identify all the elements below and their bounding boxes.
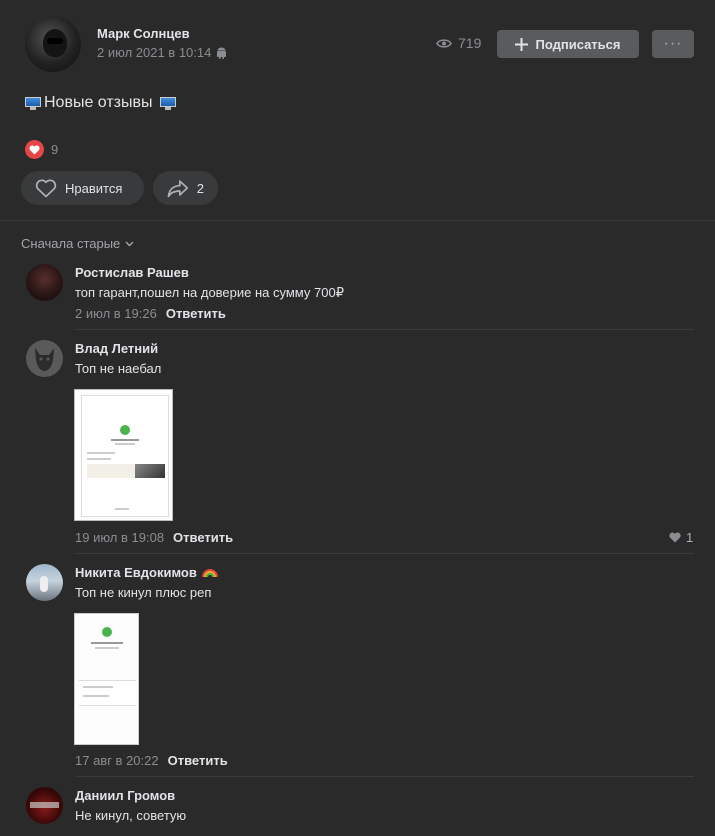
shares-count: 2 xyxy=(196,180,204,196)
comment-like-button[interactable]: 1 xyxy=(669,530,693,545)
comment-author[interactable]: Даниил Громов xyxy=(75,788,175,803)
comment-date[interactable]: 17 авг в 20:22 xyxy=(75,753,159,768)
post-text: Новые отзывы xyxy=(25,94,176,112)
comment-like-count: 1 xyxy=(686,530,694,545)
comment-avatar[interactable] xyxy=(26,564,63,601)
subscribe-label: Подписаться xyxy=(535,36,621,52)
more-button[interactable]: ··· xyxy=(652,30,694,58)
comment-text: Топ не кинул плюс реп xyxy=(75,585,212,600)
chevron-down-icon xyxy=(125,241,134,246)
comment-separator xyxy=(75,776,694,777)
comment-avatar[interactable] xyxy=(26,787,63,824)
comment-author[interactable]: Влад Летний xyxy=(75,341,158,356)
post-text-content: Новые отзывы xyxy=(44,94,153,111)
comment-separator xyxy=(75,553,694,554)
like-label: Нравится xyxy=(65,180,123,196)
share-button[interactable]: 2 xyxy=(153,171,218,205)
comment-image-attachment[interactable] xyxy=(74,389,173,521)
divider xyxy=(0,220,715,221)
dog-avatar-icon xyxy=(35,348,54,371)
comment-author-line: Никита Евдокимов xyxy=(75,565,218,580)
reactions-summary[interactable]: 9 xyxy=(25,140,58,159)
comments-sort-dropdown[interactable]: Сначала старые xyxy=(21,236,134,251)
heart-icon xyxy=(669,532,681,543)
more-icon: ··· xyxy=(663,35,683,52)
subscribe-button[interactable]: Подписаться xyxy=(497,30,639,58)
author-avatar[interactable] xyxy=(25,16,81,72)
views-counter: 719 xyxy=(436,35,481,51)
like-button[interactable]: Нравится xyxy=(21,171,144,205)
reactions-count: 9 xyxy=(51,142,59,157)
comment-avatar[interactable] xyxy=(26,264,63,301)
android-icon xyxy=(217,47,227,59)
comment-image-attachment[interactable] xyxy=(74,613,139,745)
comment-avatar[interactable] xyxy=(26,340,63,377)
computer-emoji-icon xyxy=(159,96,176,110)
author-name[interactable]: Марк Солнцев xyxy=(97,26,190,41)
rainbow-emoji-icon xyxy=(201,569,218,578)
views-count: 719 xyxy=(458,35,482,51)
reply-button[interactable]: Ответить xyxy=(166,306,226,321)
comment-date[interactable]: 2 июл в 19:26 xyxy=(75,306,157,321)
comment-meta: 2 июл в 19:26 Ответить xyxy=(75,306,226,321)
comment-text: Топ не наебал xyxy=(75,361,162,376)
comment-text: топ гарант,пошел на доверие на сумму 700… xyxy=(75,285,344,300)
comment-separator xyxy=(75,329,694,330)
post-date: 2 июл 2021 в 10:14 xyxy=(97,45,227,60)
reply-button[interactable]: Ответить xyxy=(168,753,228,768)
comment-author[interactable]: Ростислав Рашев xyxy=(75,265,189,280)
heart-reaction-icon xyxy=(25,140,44,159)
heart-outline-icon xyxy=(35,179,57,197)
computer-emoji-icon xyxy=(25,96,41,110)
share-icon xyxy=(167,179,189,197)
comment-text: Не кинул, советую xyxy=(75,808,187,823)
post-date-text[interactable]: 2 июл 2021 в 10:14 xyxy=(97,45,211,60)
reply-button[interactable]: Ответить xyxy=(173,530,233,545)
eye-icon xyxy=(436,38,452,48)
comment-date[interactable]: 19 июл в 19:08 xyxy=(75,530,164,545)
comment-meta: 19 июл в 19:08 Ответить xyxy=(75,530,233,545)
sort-label: Сначала старые xyxy=(21,236,121,251)
comment-author[interactable]: Никита Евдокимов xyxy=(75,565,197,580)
plus-icon xyxy=(515,37,529,51)
comment-meta: 17 авг в 20:22 Ответить xyxy=(75,753,228,768)
